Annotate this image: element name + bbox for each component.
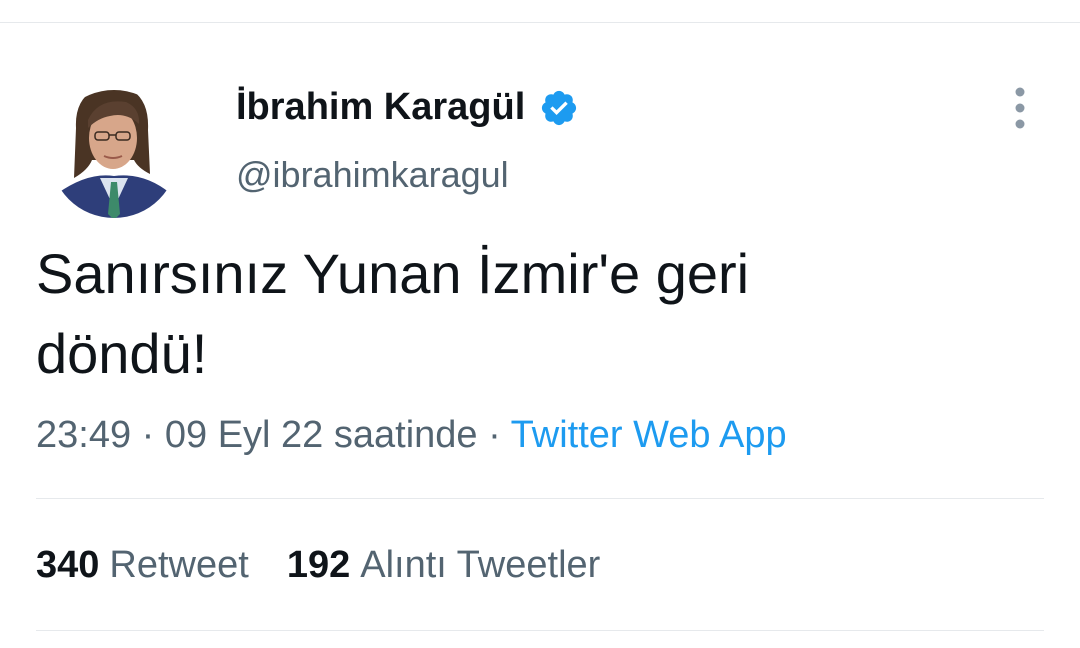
tweet-source-link[interactable]: Twitter Web App [511, 414, 787, 456]
divider [36, 630, 1044, 631]
tweet-stats: 340 Retweet 192 Alıntı Tweetler [36, 544, 600, 587]
tweet-date[interactable]: 09 Eyl 22 saatinde [165, 414, 478, 456]
tweet-time[interactable]: 23:49 [36, 414, 131, 456]
top-divider [0, 22, 1080, 23]
display-name-text: İbrahim Karagül [236, 86, 526, 128]
meta-separator: · [488, 414, 501, 456]
quote-tweets-label: Alıntı Tweetler [360, 544, 601, 586]
meta-separator: · [141, 414, 155, 456]
display-name[interactable]: İbrahim Karagül [236, 86, 579, 129]
handle[interactable]: @ibrahimkaragul [236, 154, 509, 196]
tweet-detail-page: İbrahim Karagül @ibrahimkaragul Sanırsın… [0, 0, 1080, 648]
more-vertical-icon[interactable] [1006, 86, 1034, 130]
tweet-text: Sanırsınız Yunan İzmir'e geri döndü! [36, 234, 1036, 394]
tweet-text-line-1: Sanırsınız Yunan İzmir'e geri [36, 242, 750, 305]
divider [36, 498, 1044, 499]
avatar[interactable] [48, 68, 180, 220]
tweet-text-line-2: döndü! [36, 322, 208, 385]
retweets-stat[interactable]: 340 Retweet [36, 544, 249, 587]
verified-badge-icon [539, 88, 579, 128]
quote-tweets-count: 192 [286, 544, 351, 586]
quote-tweets-stat[interactable]: 192 Alıntı Tweetler [287, 544, 601, 587]
retweets-count: 340 [36, 544, 100, 586]
tweet-metadata: 23:49 · 09 Eyl 22 saatinde · Twitter Web… [36, 414, 787, 457]
retweets-label: Retweet [109, 544, 249, 586]
